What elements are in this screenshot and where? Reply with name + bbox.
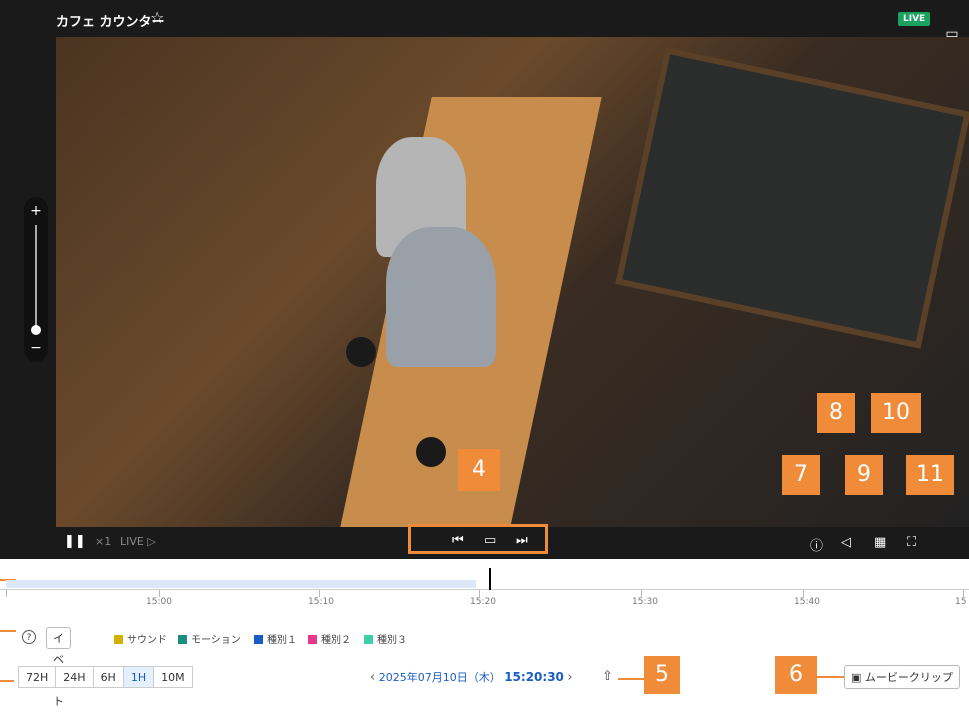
camera-video-feed xyxy=(56,37,969,527)
tick-label: 15:20 xyxy=(470,597,496,607)
live-button[interactable]: LIVE ▷ xyxy=(120,535,156,548)
fullscreen-icon[interactable]: ⛶ xyxy=(907,535,916,550)
range-24h-button[interactable]: 24H xyxy=(56,666,94,688)
stool-image xyxy=(416,437,446,467)
legend-type1[interactable]: 種別１ xyxy=(254,631,297,646)
video-player: カフェ カウンター ☆ LIVE ▭ ▤ + − ❚❚ ×1 LIVE ▷ ⏮ … xyxy=(0,0,969,559)
zoom-rail xyxy=(35,225,37,333)
movie-clip-button[interactable]: ▣ ムービークリップ xyxy=(844,665,960,689)
volume-icon[interactable]: ◁ xyxy=(841,535,851,550)
legend-label: 種別３ xyxy=(377,635,407,646)
recorded-range xyxy=(6,580,476,588)
legend-label: 種別２ xyxy=(321,635,351,646)
bookmark-icon[interactable]: ▭ xyxy=(484,533,496,548)
next-date-icon[interactable]: › xyxy=(567,670,572,685)
tick xyxy=(963,589,964,597)
callout-badge-4: 4 xyxy=(458,449,500,491)
pause-icon[interactable]: ❚❚ xyxy=(64,534,86,549)
date-navigator: ‹ 2025年07月10日（木） 15:20:30 › xyxy=(370,669,573,685)
callout-badge-7: 7 xyxy=(782,455,820,495)
playback-speed[interactable]: ×1 xyxy=(95,535,111,548)
callout-badge-11: 11 xyxy=(906,455,954,495)
callout-badge-5: 5 xyxy=(644,656,680,694)
tick-label: 15:00 xyxy=(146,597,172,607)
next-icon[interactable]: ⏭ xyxy=(516,533,528,548)
callout-badge-10: 10 xyxy=(871,393,921,433)
zoom-out-icon[interactable]: − xyxy=(24,340,48,356)
favorite-star-icon[interactable]: ☆ xyxy=(150,8,164,27)
previous-icon[interactable]: ⏮ xyxy=(452,533,464,548)
legend-swatch xyxy=(308,635,317,644)
legend-type2[interactable]: 種別２ xyxy=(308,631,351,646)
callout-badge-9: 9 xyxy=(845,455,883,495)
callout-line xyxy=(0,630,16,632)
person-image xyxy=(386,227,496,367)
alert-icon[interactable]: ⓘ xyxy=(810,535,823,554)
tick-label: 15:40 xyxy=(794,597,820,607)
timeline[interactable]: 15:00 15:10 15:20 15:30 15:40 15 xyxy=(0,568,969,610)
time-text[interactable]: 15:20:30 xyxy=(504,670,564,684)
tick xyxy=(6,589,7,597)
camera-title: カフェ カウンター xyxy=(56,15,165,30)
legend-swatch xyxy=(254,635,263,644)
range-6h-button[interactable]: 6H xyxy=(93,666,124,688)
tick xyxy=(641,589,642,597)
callout-line xyxy=(618,678,644,680)
event-button[interactable]: イベント xyxy=(46,627,71,708)
range-1h-button[interactable]: 1H xyxy=(123,666,155,688)
callout-line xyxy=(0,680,14,682)
tick-label: 15 xyxy=(955,597,967,607)
chalkboard-menu xyxy=(615,47,969,349)
grid-view-icon[interactable]: ▦ xyxy=(874,535,886,550)
clip-icon: ▣ xyxy=(851,671,865,684)
callout-badge-6: 6 xyxy=(775,656,817,694)
timeline-axis xyxy=(0,589,969,590)
date-text[interactable]: 2025年07月10日（木） xyxy=(379,671,501,684)
tick xyxy=(159,589,160,597)
tick xyxy=(319,589,320,597)
legend-sound[interactable]: サウンド xyxy=(114,631,167,646)
legend-label: サウンド xyxy=(127,635,167,646)
prev-date-icon[interactable]: ‹ xyxy=(370,670,375,685)
tick xyxy=(479,589,480,597)
zoom-slider[interactable]: + − xyxy=(24,197,48,362)
legend-motion[interactable]: モーション xyxy=(178,631,241,646)
stool-image xyxy=(346,337,376,367)
live-badge: LIVE xyxy=(898,12,931,26)
legend-swatch xyxy=(178,635,187,644)
timeline-cursor[interactable] xyxy=(489,568,491,590)
tick-label: 15:10 xyxy=(308,597,334,607)
range-10m-button[interactable]: 10M xyxy=(154,666,193,688)
tick-label: 15:30 xyxy=(632,597,658,607)
help-icon[interactable]: ? xyxy=(22,630,36,644)
legend-label: 種別１ xyxy=(267,635,297,646)
movie-clip-label: ムービークリップ xyxy=(864,671,953,684)
callout-line xyxy=(817,676,845,678)
legend-type3[interactable]: 種別３ xyxy=(364,631,407,646)
legend-label: モーション xyxy=(191,635,241,646)
zoom-in-icon[interactable]: + xyxy=(24,203,48,219)
tick xyxy=(803,589,804,597)
zoom-knob[interactable] xyxy=(31,325,41,335)
callout-badge-8: 8 xyxy=(817,393,855,433)
range-72h-button[interactable]: 72H xyxy=(18,666,57,688)
range-selector: 72H 24H 6H 1H 10M xyxy=(18,666,193,688)
legend-swatch xyxy=(364,635,373,644)
legend-swatch xyxy=(114,635,123,644)
share-icon[interactable]: ⇧ xyxy=(602,669,613,684)
